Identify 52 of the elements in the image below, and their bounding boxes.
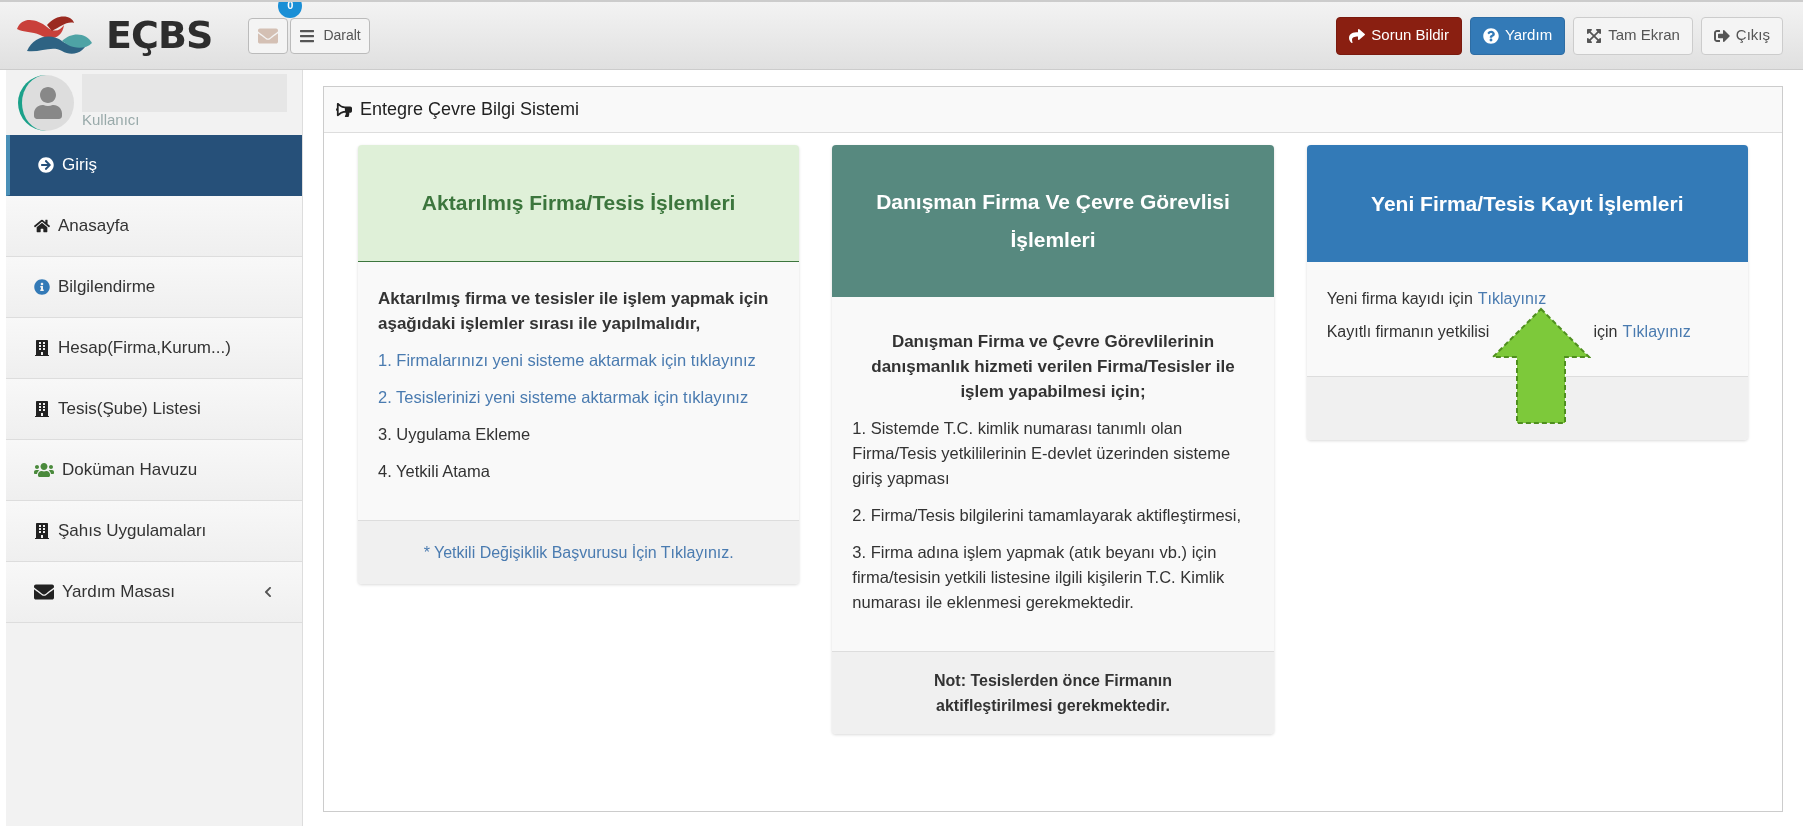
- card-text: 4. Yetkili Atama: [378, 461, 491, 482]
- building-icon: [34, 340, 50, 356]
- expand-icon: [1586, 27, 1603, 44]
- megaphone-icon: [336, 101, 352, 118]
- card-title: Aktarılmış Firma/Tesis İşlemleri: [421, 190, 736, 216]
- sidebar-item[interactable]: Giriş: [6, 135, 302, 196]
- info-icon: [34, 279, 50, 295]
- mail-button[interactable]: [248, 17, 289, 54]
- logout-icon: [1713, 27, 1730, 44]
- sidebar-item[interactable]: Hesap(Firma,Kurum...): [6, 318, 302, 379]
- fullscreen-button[interactable]: Tam Ekran: [1573, 16, 1693, 55]
- link[interactable]: Tıklayınız: [1622, 319, 1691, 344]
- logout-button[interactable]: Çıkış: [1700, 16, 1783, 55]
- card-text: Yeni firma kayıdı için: [1326, 289, 1473, 309]
- logo-text: EÇBS: [106, 12, 213, 59]
- user-icon: [32, 86, 64, 119]
- link[interactable]: Tıklayınız: [1477, 286, 1547, 311]
- envelope-icon: [34, 582, 54, 602]
- sidebar-item[interactable]: Tesis(Şube) Listesi: [6, 379, 302, 440]
- sidebar-item[interactable]: Yardım Masası: [6, 562, 302, 623]
- users-icon: [34, 460, 54, 480]
- building-icon: [34, 523, 50, 539]
- report-button[interactable]: Sorun Bildir: [1336, 16, 1462, 55]
- card-text: için: [1593, 322, 1618, 342]
- home-icon: [34, 218, 50, 234]
- panel-title: Entegre Çevre Bilgi Sistemi: [360, 98, 580, 121]
- card-title: Danışman Firma Ve Çevre Görevlisi İşlemleri: [875, 189, 1231, 253]
- card-text: 3. Firma adına işlem yapmak (atık beyanı vb.) için firma/tesisin yetkili listesine ilgili kişilerin T.C. Kimlik numarası ile eklenmesi gerekmektedir.: [852, 542, 1226, 613]
- collapse-button[interactable]: Daralt: [290, 17, 370, 54]
- card-note: Not: Tesislerden önce Firmanın aktifleştirilmesi gerekmektedir.: [933, 671, 1173, 716]
- sidebar-item[interactable]: Doküman Havuzu: [6, 440, 302, 501]
- link[interactable]: 2. Tesislerinizi yeni sisteme aktarmak için tıklayınız: [378, 385, 780, 410]
- help-button[interactable]: Yardım: [1469, 16, 1566, 55]
- link[interactable]: 1. Firmalarınızı yeni sisteme aktarmak için tıklayınız: [378, 348, 780, 373]
- card-text: 1. Sistemde T.C. kimlik numarası tanımlı olan Firma/Tesis yetkililerinin E-devlet üzerinden sisteme giriş yapması: [852, 418, 1232, 489]
- menu-icon: [299, 27, 316, 44]
- card-title: Yeni Firma/Tesis Kayıt İşlemleri: [1371, 190, 1684, 217]
- link[interactable]: * Yetkili Değişiklik Başvurusu İçin Tıklayınız.: [423, 540, 734, 565]
- notification-badge[interactable]: 0: [278, 2, 303, 18]
- card-text: 3. Uygulama Ekleme: [378, 424, 532, 445]
- building-icon: [34, 401, 50, 417]
- card-intro: Danışman Firma ve Çevre Görevlilerinin danışmanlık hizmeti verilen Firma/Tesisler ile işlem yapabilmesi için;: [870, 331, 1236, 403]
- card-text: 2. Firma/Tesis bilgilerini tamamlayarak aktifleştirmesi,: [852, 505, 1243, 526]
- help-icon: [1482, 27, 1499, 44]
- sidebar-item[interactable]: Anasayfa: [6, 196, 302, 257]
- sidebar-item[interactable]: Şahıs Uygulamaları: [6, 501, 302, 562]
- share-icon: [1349, 27, 1366, 44]
- card-intro: Aktarılmış firma ve tesisler ile işlem yapmak için aşağıdaki işlemler sırası ile yapılmalıdır,: [378, 288, 770, 335]
- sidebar-item[interactable]: Bilgilendirme: [6, 257, 302, 318]
- user-role: Kullanıcı: [82, 112, 141, 128]
- up-arrow-icon: [1491, 307, 1592, 425]
- card-text: Kayıtlı firmanın yetkilisi: [1326, 322, 1490, 342]
